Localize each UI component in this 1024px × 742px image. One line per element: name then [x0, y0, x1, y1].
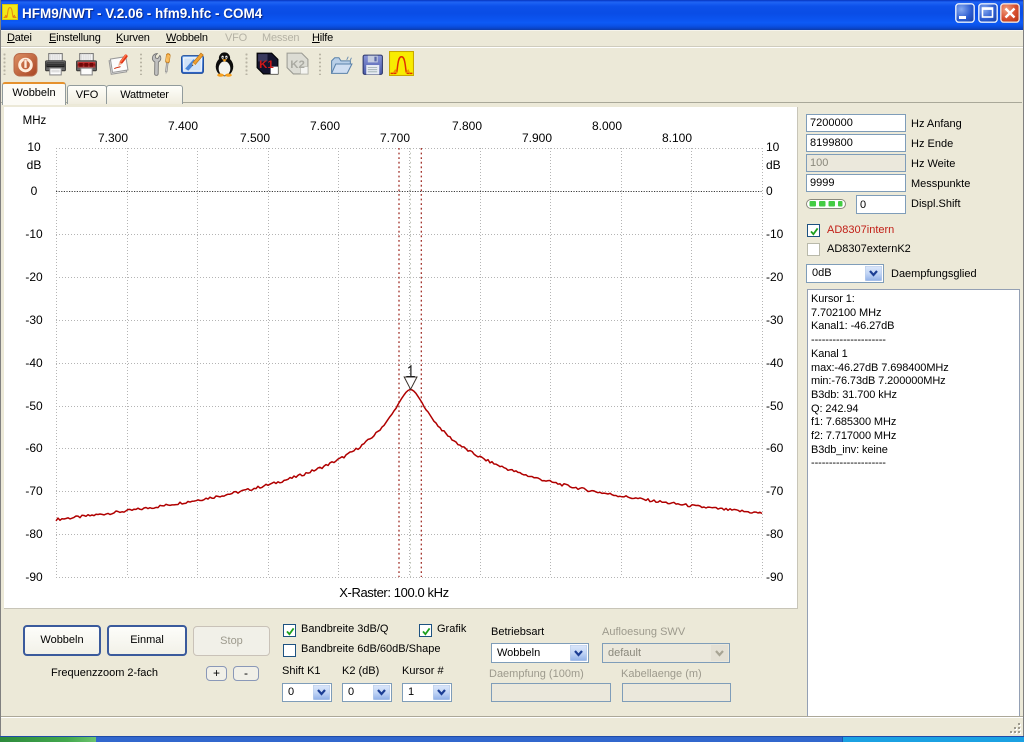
svg-text:K2: K2	[290, 59, 305, 71]
svg-text:K1: K1	[259, 59, 274, 71]
